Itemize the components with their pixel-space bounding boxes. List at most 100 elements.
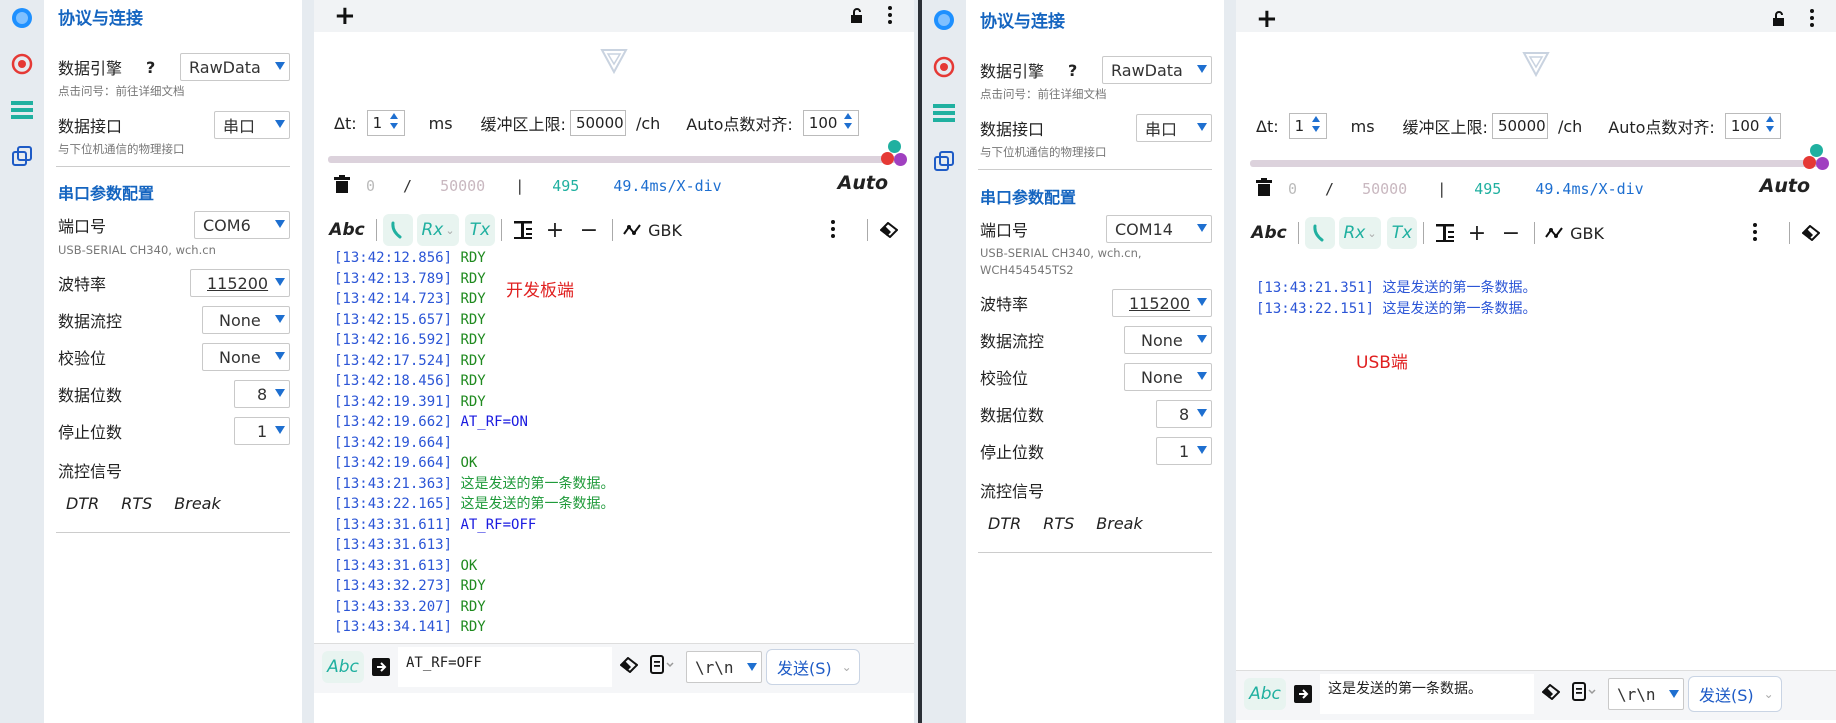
clock-icon[interactable]	[1305, 217, 1335, 249]
help-icon[interactable]: ?	[146, 58, 155, 77]
send-file-icon[interactable]	[1294, 685, 1312, 707]
rts-button[interactable]: RTS	[121, 494, 152, 513]
buffer-input[interactable]: 50000	[1491, 113, 1548, 139]
dt-input[interactable]: 1	[1288, 113, 1327, 139]
rx-button[interactable]: Rx ⌄	[1339, 217, 1381, 249]
windows-icon[interactable]	[8, 142, 36, 170]
history-icon[interactable]	[1572, 682, 1598, 706]
record-icon[interactable]	[930, 53, 958, 81]
send-mode-button[interactable]: Abc	[322, 651, 364, 683]
align-input[interactable]: 100	[1724, 113, 1781, 139]
send-file-icon[interactable]	[372, 658, 390, 680]
text-format-icon[interactable]	[508, 214, 538, 246]
plus-icon[interactable]: +	[538, 214, 572, 246]
windows-icon[interactable]	[930, 147, 958, 175]
more-vert-icon[interactable]	[1753, 222, 1759, 244]
align-input[interactable]: 100	[802, 110, 859, 136]
add-icon[interactable]: +	[334, 3, 356, 29]
minus-icon[interactable]: −	[572, 214, 606, 246]
connect-icon[interactable]	[930, 6, 958, 34]
history-icon[interactable]	[650, 655, 676, 679]
engine-select[interactable]: RawData	[180, 53, 290, 81]
iface-label: 数据接口	[58, 117, 123, 136]
log-view[interactable]: [13:42:12.856] RDY [13:42:13.789] RDY [13:…	[334, 248, 914, 643]
divider	[501, 219, 502, 241]
add-icon[interactable]: +	[1256, 6, 1278, 32]
engine-select[interactable]: RawData	[1102, 56, 1212, 84]
eraser-icon[interactable]	[619, 656, 639, 677]
log-line: [13:42:17.524] RDY	[334, 351, 914, 372]
parity-select[interactable]: None	[202, 343, 290, 371]
send-input[interactable]: AT_RF=OFF	[398, 647, 612, 687]
baud-select[interactable]: 115200	[190, 269, 290, 297]
parity-select[interactable]: None	[1124, 363, 1212, 391]
tx-button[interactable]: Tx	[465, 214, 495, 246]
databits-select[interactable]: 8	[234, 380, 290, 408]
dtr-button[interactable]: DTR	[988, 514, 1021, 533]
send-button[interactable]: 发送(S) ⌄	[766, 649, 860, 685]
flow-select[interactable]: None	[1124, 326, 1212, 354]
eraser-icon[interactable]	[1796, 217, 1826, 249]
port-select[interactable]: COM6	[194, 211, 290, 239]
port-select[interactable]: COM14	[1106, 215, 1212, 243]
send-input[interactable]: 这是发送的第一条数据。	[1320, 674, 1534, 714]
encoding-button[interactable]: GBK	[1567, 217, 1607, 249]
send-mode-button[interactable]: Abc	[1244, 678, 1286, 710]
rts-button[interactable]: RTS	[1043, 514, 1074, 533]
auto-label[interactable]: Auto	[1760, 175, 1810, 197]
buffer-input[interactable]: 50000	[569, 110, 626, 136]
databits-select[interactable]: 8	[1156, 400, 1212, 428]
eraser-icon[interactable]	[874, 214, 904, 246]
auto-label[interactable]: Auto	[838, 172, 888, 194]
divider	[1789, 222, 1790, 244]
list-icon[interactable]	[930, 99, 958, 127]
iface-select[interactable]: 串口	[214, 111, 290, 139]
trash-icon[interactable]	[1256, 178, 1272, 200]
spin-icon[interactable]	[1311, 116, 1322, 132]
connect-icon[interactable]	[8, 4, 36, 32]
spin-icon[interactable]	[389, 113, 400, 129]
spin-icon[interactable]	[843, 113, 854, 129]
abc-button[interactable]: Abc	[1246, 217, 1292, 249]
more-vert-icon[interactable]	[831, 219, 837, 241]
text-format-icon[interactable]	[1430, 217, 1460, 249]
list-icon[interactable]	[8, 96, 36, 124]
tx-button[interactable]: Tx	[1387, 217, 1417, 249]
more-vert-icon[interactable]	[1810, 9, 1816, 30]
waveform-icon[interactable]	[1541, 217, 1567, 249]
iface-value: 串口	[223, 117, 256, 136]
stopbits-select[interactable]: 1	[234, 417, 290, 445]
buffer-slider[interactable]	[1250, 160, 1822, 167]
encoding-button[interactable]: GBK	[645, 214, 685, 246]
plus-icon[interactable]: +	[1460, 217, 1494, 249]
dtr-button[interactable]: DTR	[66, 494, 99, 513]
rx-button[interactable]: Rx ⌄	[417, 214, 459, 246]
send-button[interactable]: 发送(S) ⌄	[1688, 676, 1782, 712]
stopbits-select[interactable]: 1	[1156, 437, 1212, 465]
minus-icon[interactable]: −	[1494, 217, 1528, 249]
databits-row: 数据位数 8	[58, 379, 290, 409]
abc-button[interactable]: Abc	[324, 214, 370, 246]
break-button[interactable]: Break	[1096, 514, 1142, 533]
record-icon[interactable]	[8, 50, 36, 78]
trash-icon[interactable]	[334, 175, 350, 197]
line-end-select[interactable]: \r\n	[1608, 678, 1684, 710]
lock-open-icon[interactable]	[850, 8, 866, 28]
iface-select[interactable]: 串口	[1136, 114, 1212, 142]
clock-icon[interactable]	[383, 214, 413, 246]
dt-input[interactable]: 1	[366, 110, 405, 136]
eraser-icon[interactable]	[1541, 683, 1561, 704]
waveform-icon[interactable]	[619, 214, 645, 246]
log-view[interactable]: [13:43:21.351] 这是发送的第一条数据。 [13:43:22.151]…	[1256, 278, 1836, 638]
lock-open-icon[interactable]	[1772, 11, 1788, 31]
more-vert-icon[interactable]	[888, 6, 894, 27]
buffer-slider[interactable]	[328, 156, 900, 163]
baud-value: 115200	[207, 273, 269, 293]
break-button[interactable]: Break	[174, 494, 220, 513]
line-end-select[interactable]: \r\n	[686, 651, 762, 683]
toolbar: Abc Rx ⌄ Tx + − GBK	[1246, 215, 1826, 251]
baud-select[interactable]: 115200	[1112, 289, 1212, 317]
spin-icon[interactable]	[1765, 116, 1776, 132]
flow-select[interactable]: None	[202, 306, 290, 334]
help-icon[interactable]: ?	[1068, 61, 1077, 80]
